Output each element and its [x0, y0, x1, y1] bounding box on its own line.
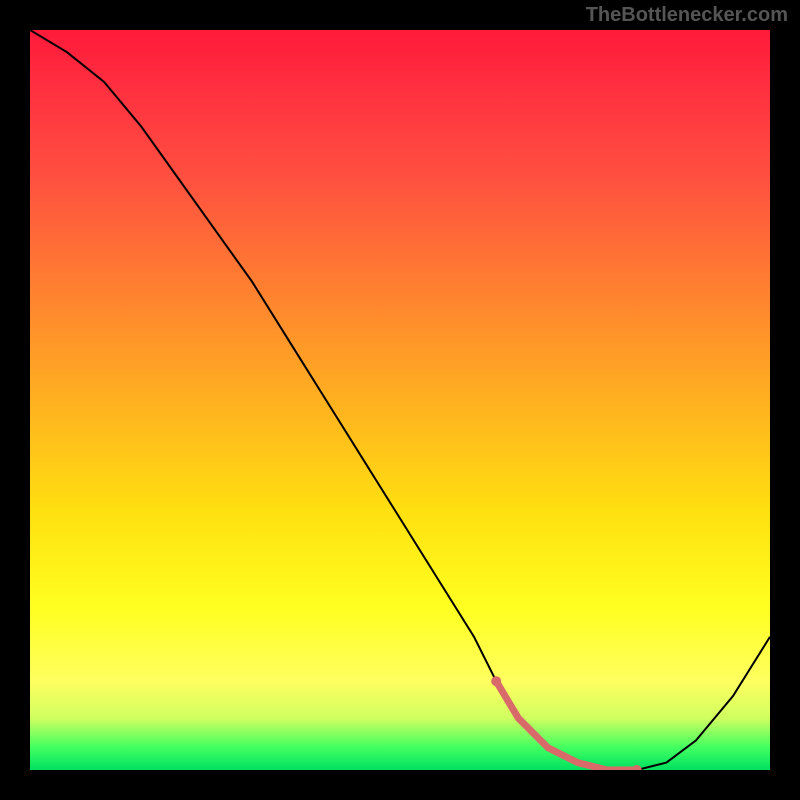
bottleneck-curve [30, 30, 770, 770]
marker-dot [632, 765, 642, 770]
chart-plot-area [30, 30, 770, 770]
optimal-region-marker [496, 681, 637, 770]
watermark-text: TheBottlenecker.com [586, 4, 788, 27]
chart-curve-layer [30, 30, 770, 770]
marker-dot [491, 676, 501, 686]
